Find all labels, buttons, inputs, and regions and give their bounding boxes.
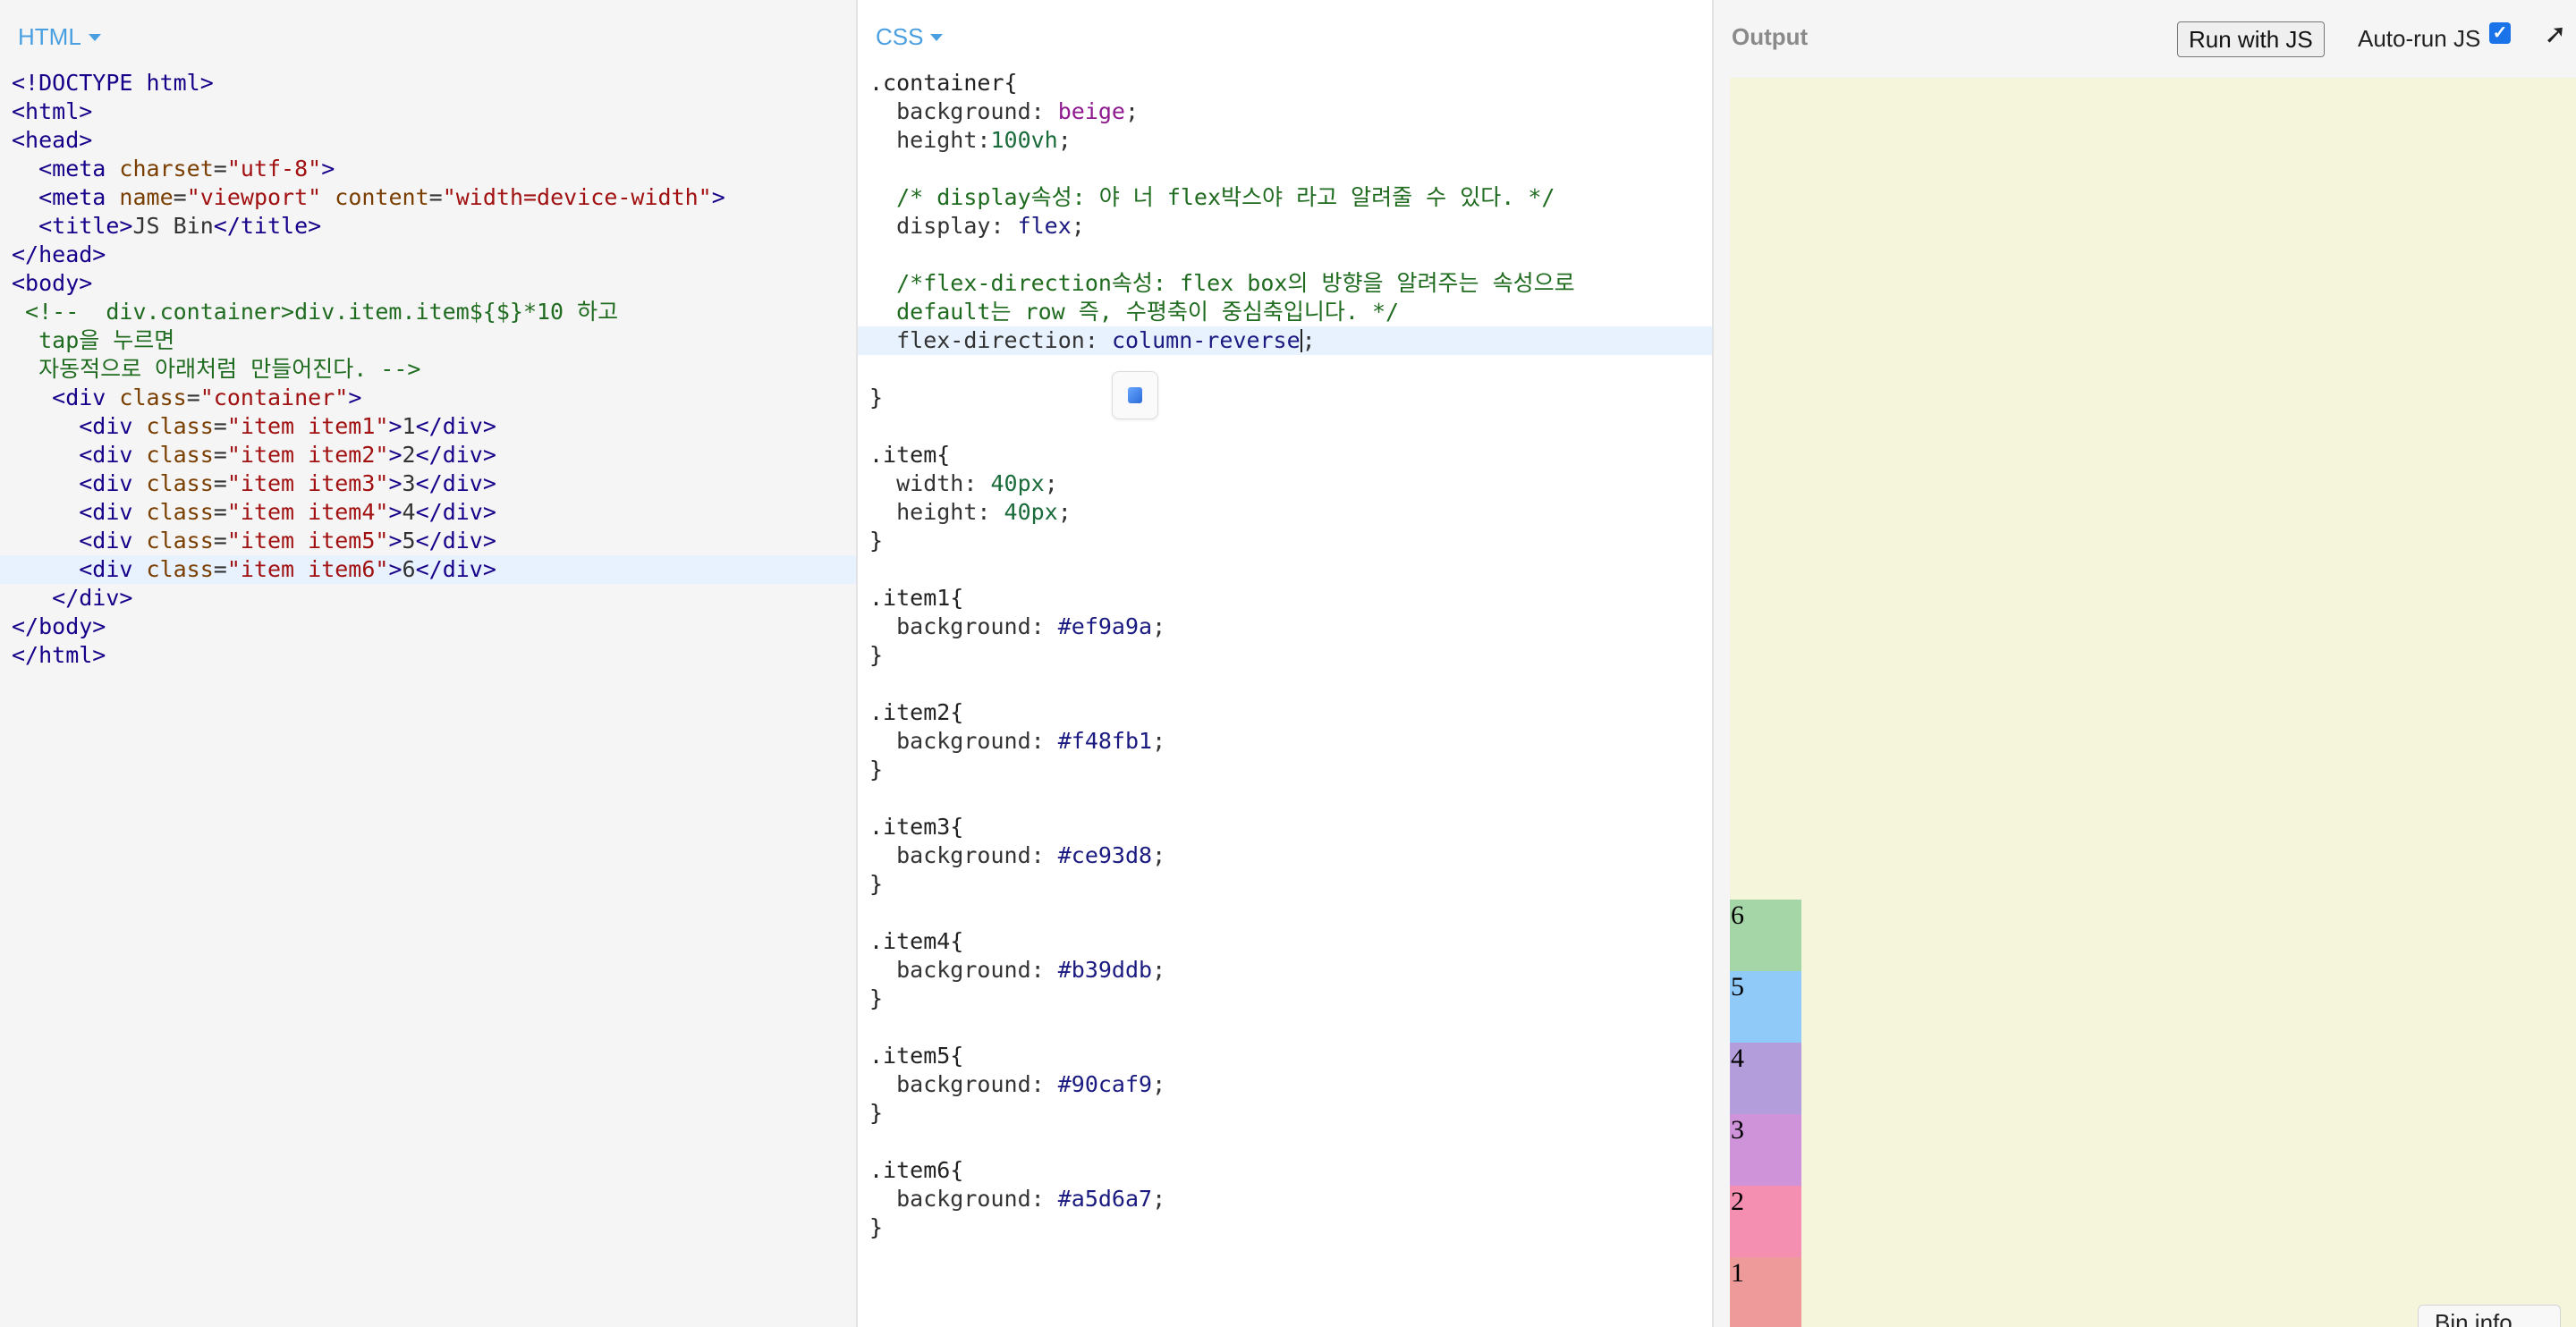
floating-extension-icon[interactable] [1112,371,1158,419]
code-line[interactable]: background: #ef9a9a; [858,613,1712,641]
code-line[interactable]: <div class="item item4">4</div> [0,498,856,527]
code-line[interactable]: width: 40px; [858,469,1712,498]
preview-item-6: 6 [1730,900,1801,971]
code-line[interactable]: <body> [0,269,856,298]
code-line[interactable]: <title>JS Bin</title> [0,212,856,241]
code-line[interactable]: /*flex-direction속성: flex box의 방향을 알려주는 속… [858,269,1712,298]
code-line[interactable]: <div class="container"> [0,384,856,412]
external-arrow-icon[interactable]: ➚ [2542,21,2569,48]
code-line-active[interactable]: <div class="item item6">6</div> [0,555,856,584]
code-line[interactable] [858,155,1712,183]
code-line[interactable]: .item4{ [858,927,1712,956]
code-line[interactable]: } [858,985,1712,1013]
run-with-js-button[interactable]: Run with JS [2177,21,2325,57]
auto-run-js-label: Auto-run JS [2358,25,2481,52]
code-line[interactable]: <div class="item item2">2</div> [0,441,856,469]
html-panel-tab[interactable]: HTML [18,23,101,51]
preview-item-3: 3 [1730,1114,1801,1186]
css-panel-tab[interactable]: CSS [876,23,944,51]
code-line[interactable]: <head> [0,126,856,155]
code-line[interactable]: <div class="item item1">1</div> [0,412,856,441]
output-panel: Output Run with JS Auto-run JS ✓ ➚ 1 2 3… [1714,0,2576,1327]
code-line[interactable]: } [858,641,1712,670]
css-code-editor[interactable]: .container{ background: beige; height:10… [858,69,1712,1242]
code-line[interactable] [858,241,1712,269]
preview-flex-container: 1 2 3 4 5 6 [1730,900,1801,1327]
output-preview[interactable]: 1 2 3 4 5 6 [1730,78,2576,1327]
code-line[interactable]: tap을 누르면 [0,326,856,355]
preview-item-2: 2 [1730,1186,1801,1257]
code-line[interactable]: .item3{ [858,813,1712,841]
code-line[interactable] [858,355,1712,384]
code-line[interactable]: background: beige; [858,97,1712,126]
code-line[interactable]: background: #ce93d8; [858,841,1712,870]
code-line[interactable]: height: 40px; [858,498,1712,527]
code-line[interactable]: background: #a5d6a7; [858,1185,1712,1213]
code-line[interactable] [858,1128,1712,1156]
code-line[interactable] [858,1013,1712,1042]
code-line[interactable]: <meta name="viewport" content="width=dev… [0,183,856,212]
code-line[interactable]: </html> [0,641,856,670]
css-tab-label: CSS [876,23,924,50]
code-line[interactable] [858,412,1712,441]
extension-logo-icon [1128,387,1142,403]
code-line[interactable]: height:100vh; [858,126,1712,155]
css-editor-panel: CSS .container{ background: beige; heigh… [858,0,1712,1327]
code-line[interactable]: <meta charset="utf-8"> [0,155,856,183]
code-line[interactable]: .item5{ [858,1042,1712,1070]
code-line[interactable]: } [858,1213,1712,1242]
code-line[interactable]: } [858,1099,1712,1128]
code-line-active[interactable]: flex-direction: column-reverse; [858,326,1712,355]
code-line[interactable]: <!-- div.container>div.item.item${$}*10 … [0,298,856,326]
preview-item-4: 4 [1730,1043,1801,1114]
code-line[interactable]: background: #f48fb1; [858,727,1712,756]
code-line[interactable]: .item6{ [858,1156,1712,1185]
code-line[interactable]: 자동적으로 아래처럼 만들어진다. --> [0,355,856,384]
code-line[interactable]: } [858,870,1712,899]
code-line[interactable]: <!DOCTYPE html> [0,69,856,97]
code-line[interactable]: } [858,384,1712,412]
code-line[interactable]: </div> [0,584,856,613]
html-code-editor[interactable]: <!DOCTYPE html> <html> <head> <meta char… [0,69,856,670]
code-line[interactable]: </head> [0,241,856,269]
auto-run-js-checkbox[interactable]: ✓ [2489,22,2511,44]
code-line[interactable]: display: flex; [858,212,1712,241]
bin-info-button[interactable]: Bin info [2418,1305,2561,1327]
code-line[interactable] [858,784,1712,813]
html-editor-panel: HTML <!DOCTYPE html> <html> <head> <meta… [0,0,856,1327]
code-line[interactable]: } [858,756,1712,784]
code-line[interactable]: background: #90caf9; [858,1070,1712,1099]
code-line[interactable]: .container{ [858,69,1712,97]
output-title: Output [1732,23,1809,50]
chevron-down-icon [930,33,944,41]
code-line[interactable]: <div class="item item5">5</div> [0,527,856,555]
code-line[interactable]: <html> [0,97,856,126]
code-line[interactable] [858,899,1712,927]
code-line[interactable]: .item2{ [858,698,1712,727]
preview-item-1: 1 [1730,1257,1801,1327]
code-line[interactable]: default는 row 즉, 수평축이 중심축입니다. */ [858,298,1712,326]
code-line[interactable]: } [858,527,1712,555]
code-line[interactable]: /* display속성: 야 너 flex박스야 라고 알려줄 수 있다. *… [858,183,1712,212]
code-line[interactable]: .item{ [858,441,1712,469]
code-line[interactable] [858,670,1712,698]
code-line[interactable]: <div class="item item3">3</div> [0,469,856,498]
preview-item-5: 5 [1730,971,1801,1043]
code-line[interactable]: .item1{ [858,584,1712,613]
code-line[interactable]: background: #b39ddb; [858,956,1712,985]
html-tab-label: HTML [18,23,81,50]
chevron-down-icon [88,33,101,41]
code-line[interactable]: </body> [0,613,856,641]
code-line[interactable] [858,555,1712,584]
